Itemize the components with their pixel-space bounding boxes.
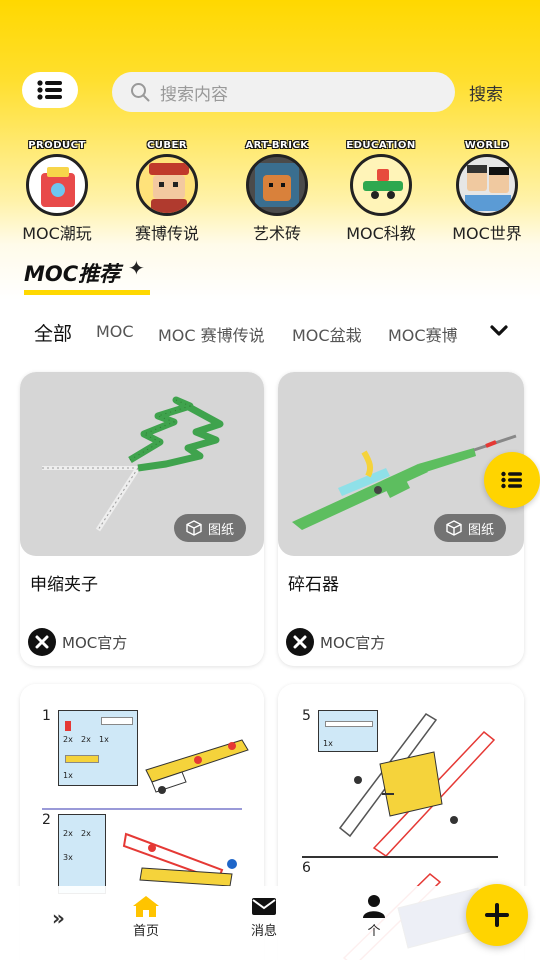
author-name: MOC官方 bbox=[62, 633, 128, 652]
category-badge: EDUCATION bbox=[346, 140, 416, 151]
section-header: MOC推荐 ✦ bbox=[24, 256, 150, 295]
category-moc-toys[interactable]: PRODUCT MOC潮玩 bbox=[2, 140, 112, 244]
chevron-down-icon[interactable] bbox=[488, 320, 510, 342]
category-badge: PRODUCT bbox=[28, 140, 86, 151]
category-moc-world[interactable]: WORLD MOC世界 bbox=[432, 140, 540, 244]
search-placeholder: 搜索内容 bbox=[160, 84, 228, 105]
category-label: MOC科教 bbox=[346, 224, 416, 243]
home-icon bbox=[133, 896, 159, 917]
step-divider bbox=[42, 808, 242, 810]
step-number: 1 bbox=[42, 708, 51, 724]
nav-messages-label: 消息 bbox=[250, 924, 277, 939]
category-image bbox=[136, 154, 198, 216]
category-label: MOC世界 bbox=[452, 224, 522, 243]
expand-icon[interactable]: » bbox=[52, 906, 65, 930]
category-label: 赛博传说 bbox=[134, 224, 199, 243]
blueprint-badge: 图纸 bbox=[174, 514, 246, 542]
tab-moc-bonsai[interactable]: MOC盆栽 bbox=[292, 322, 362, 346]
moc-logo-icon bbox=[293, 635, 307, 649]
tab-all[interactable]: 全部 bbox=[34, 319, 72, 346]
category-label: 艺术砖 bbox=[252, 224, 301, 243]
nav-home[interactable]: 首页 bbox=[116, 894, 176, 939]
category-image bbox=[26, 154, 88, 216]
step-number: 6 bbox=[302, 860, 311, 876]
moc-logo-icon bbox=[35, 635, 49, 649]
step-number: 2 bbox=[42, 812, 51, 828]
parts-box: 2x 2x 1x 1x bbox=[58, 710, 138, 786]
product-card[interactable]: 图纸 申缩夹子 MOC官方 bbox=[20, 372, 264, 666]
nav-messages[interactable]: 消息 bbox=[234, 894, 294, 939]
badge-label: 图纸 bbox=[467, 522, 494, 538]
parts-box: 2x 2x 3x bbox=[58, 814, 106, 894]
plus-icon bbox=[485, 903, 509, 927]
category-badge: CUBER bbox=[146, 140, 188, 151]
blueprint-badge: 图纸 bbox=[434, 514, 506, 542]
tab-moc-cyber[interactable]: MOC赛博 bbox=[388, 322, 458, 346]
step-number: 5 bbox=[302, 708, 311, 724]
category-image bbox=[456, 154, 518, 216]
category-art-brick[interactable]: ART-BRICK 艺术砖 bbox=[222, 140, 332, 244]
sparkle-icon: ✦ bbox=[128, 256, 145, 280]
blueprint-icon bbox=[186, 520, 202, 536]
product-card[interactable]: 图纸 碎石器 MOC官方 bbox=[278, 372, 524, 666]
card-author[interactable]: MOC官方 bbox=[28, 628, 127, 656]
badge-label: 图纸 bbox=[207, 522, 234, 538]
category-label: MOC潮玩 bbox=[22, 224, 92, 243]
search-icon bbox=[131, 83, 150, 102]
category-image bbox=[246, 154, 308, 216]
list-icon bbox=[37, 80, 62, 100]
menu-button[interactable] bbox=[22, 72, 78, 108]
nav-profile-label: 个 bbox=[367, 924, 381, 939]
search-button[interactable]: 搜索 bbox=[469, 80, 503, 105]
nav-profile[interactable]: 个 bbox=[344, 894, 404, 939]
category-moc-education[interactable]: EDUCATION MOC科教 bbox=[326, 140, 436, 244]
search-input[interactable]: 搜索内容 bbox=[112, 72, 455, 112]
add-button[interactable] bbox=[466, 884, 528, 946]
author-avatar bbox=[286, 628, 314, 656]
top-bar: 搜索内容 搜索 bbox=[0, 70, 540, 114]
tab-moc[interactable]: MOC bbox=[96, 322, 134, 341]
blueprint-icon bbox=[446, 520, 462, 536]
category-badge: ART-BRICK bbox=[245, 140, 309, 151]
category-cyber-legend[interactable]: CUBER 赛博传说 bbox=[112, 140, 222, 244]
section-title: MOC推荐 bbox=[24, 262, 121, 286]
card-title: 碎石器 bbox=[288, 575, 339, 595]
card-title: 申缩夹子 bbox=[30, 575, 98, 595]
category-badge: WORLD bbox=[464, 140, 510, 151]
category-image bbox=[350, 154, 412, 216]
filter-tabs: 全部 MOC MOC 赛博传说 MOC盆栽 MOC赛博 bbox=[0, 316, 540, 350]
bottom-nav: » 首页 消息 个 bbox=[0, 886, 540, 960]
card-author[interactable]: MOC官方 bbox=[286, 628, 385, 656]
user-icon bbox=[363, 895, 385, 918]
category-row: PRODUCT MOC潮玩 CUBER 赛博传说 ART-BRICK 艺术砖 E… bbox=[0, 140, 540, 244]
nav-home-label: 首页 bbox=[132, 924, 159, 939]
section-underline bbox=[24, 290, 150, 295]
list-fab-button[interactable] bbox=[484, 452, 540, 508]
author-name: MOC官方 bbox=[320, 633, 386, 652]
step-divider bbox=[302, 856, 498, 858]
list-icon bbox=[501, 471, 522, 489]
author-avatar bbox=[28, 628, 56, 656]
tab-moc-cyber-legend[interactable]: MOC 赛博传说 bbox=[158, 322, 265, 346]
mail-icon bbox=[252, 898, 276, 915]
